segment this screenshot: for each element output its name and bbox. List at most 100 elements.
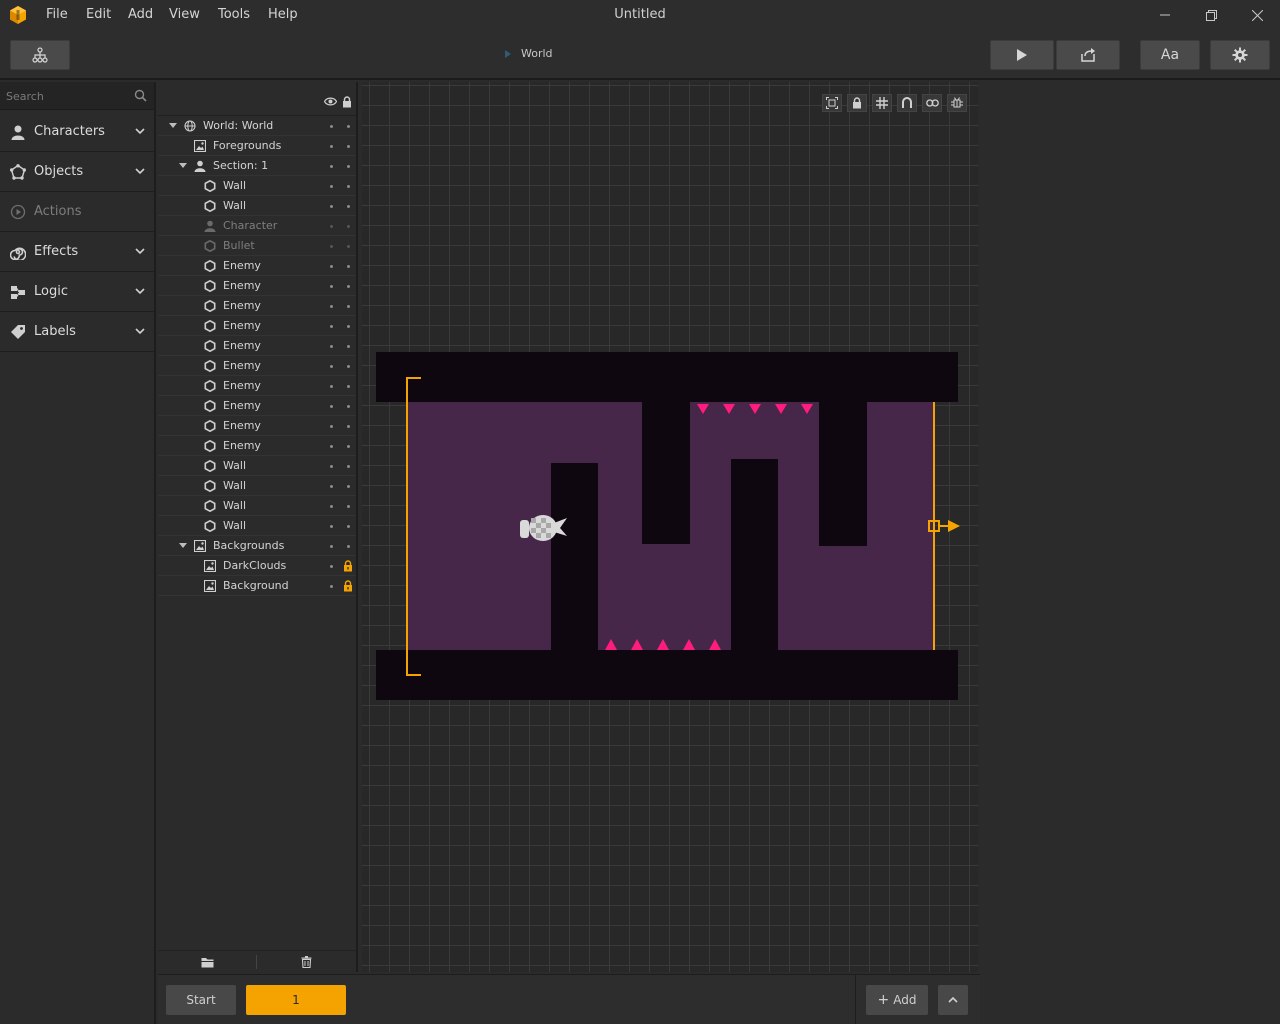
lock-toggle[interactable]	[347, 325, 350, 328]
lock-icon[interactable]	[343, 580, 353, 592]
visibility-toggle[interactable]	[330, 365, 333, 368]
visibility-toggle[interactable]	[330, 585, 333, 588]
visibility-toggle[interactable]	[330, 325, 333, 328]
outline-item[interactable]: Wall	[158, 196, 356, 216]
visibility-toggle[interactable]	[330, 145, 333, 148]
menu-file[interactable]: File	[46, 7, 68, 22]
lock-toggle[interactable]	[347, 265, 350, 268]
visibility-toggle[interactable]	[330, 205, 333, 208]
standing-pillar-left[interactable]	[551, 463, 598, 650]
visibility-toggle[interactable]	[330, 565, 333, 568]
expand-arrow-icon[interactable]	[169, 123, 177, 128]
visibility-toggle[interactable]	[330, 405, 333, 408]
restore-button[interactable]	[1188, 0, 1234, 30]
search-input[interactable]	[6, 88, 126, 104]
lock-toggle[interactable]	[347, 345, 350, 348]
settings-button[interactable]	[1210, 40, 1270, 70]
breadcrumb-world[interactable]: World	[521, 47, 553, 60]
category-effects[interactable]: Effects	[0, 232, 154, 272]
lock-toggle[interactable]	[347, 165, 350, 168]
outline-item[interactable]: Enemy	[158, 356, 356, 376]
lock-toggle[interactable]	[347, 525, 350, 528]
expand-arrow-icon[interactable]	[179, 543, 187, 548]
expand-arrow-icon[interactable]	[179, 163, 187, 168]
outline-item[interactable]: Enemy	[158, 276, 356, 296]
lock-toggle[interactable]	[347, 365, 350, 368]
lock-icon[interactable]	[343, 560, 353, 572]
visibility-toggle[interactable]	[330, 505, 333, 508]
lock-toggle[interactable]	[347, 145, 350, 148]
trash-icon[interactable]	[301, 956, 312, 968]
outline-item[interactable]: Section: 1	[158, 156, 356, 176]
minimize-button[interactable]	[1142, 0, 1188, 30]
outline-item[interactable]: Enemy	[158, 436, 356, 456]
outline-item[interactable]: Wall	[158, 476, 356, 496]
close-button[interactable]	[1234, 0, 1280, 30]
hierarchy-button[interactable]	[10, 40, 70, 70]
lock-toggle[interactable]	[347, 125, 350, 128]
lock-toggle[interactable]	[347, 485, 350, 488]
scene-1-button[interactable]: 1	[246, 985, 346, 1015]
scene-canvas[interactable]	[362, 82, 978, 972]
visibility-toggle[interactable]	[330, 185, 333, 188]
outline-item[interactable]: Backgrounds	[158, 536, 356, 556]
outline-item[interactable]: Background	[158, 576, 356, 596]
visibility-toggle[interactable]	[330, 345, 333, 348]
outline-item[interactable]: Enemy	[158, 256, 356, 276]
category-characters[interactable]: Characters	[0, 112, 154, 152]
visibility-toggle[interactable]	[330, 485, 333, 488]
visibility-toggle[interactable]	[330, 525, 333, 528]
visibility-toggle[interactable]	[330, 465, 333, 468]
lock-toggle[interactable]	[347, 185, 350, 188]
outline-item[interactable]: Enemy	[158, 316, 356, 336]
standing-pillar-right[interactable]	[731, 459, 778, 650]
outline-item[interactable]: Enemy	[158, 376, 356, 396]
export-button[interactable]	[1056, 40, 1120, 70]
visibility-toggle[interactable]	[330, 265, 333, 268]
category-labels[interactable]: Labels	[0, 312, 154, 352]
start-scene-button[interactable]: Start	[166, 985, 236, 1015]
lock-toggle[interactable]	[347, 205, 350, 208]
search-icon[interactable]	[134, 89, 147, 102]
floor-wall[interactable]	[376, 650, 958, 700]
category-objects[interactable]: Objects	[0, 152, 154, 192]
hanging-pillar-right[interactable]	[819, 402, 867, 546]
outline-item[interactable]: Enemy	[158, 296, 356, 316]
lock-toggle[interactable]	[347, 245, 350, 248]
category-actions[interactable]: Actions	[0, 192, 154, 232]
visibility-toggle[interactable]	[330, 305, 333, 308]
font-button[interactable]: Aa	[1140, 40, 1200, 70]
menu-edit[interactable]: Edit	[86, 7, 111, 22]
outline-item[interactable]: Wall	[158, 516, 356, 536]
visibility-toggle[interactable]	[330, 285, 333, 288]
outline-item[interactable]: Character	[158, 216, 356, 236]
visibility-toggle[interactable]	[330, 125, 333, 128]
outline-item[interactable]: Enemy	[158, 336, 356, 356]
hanging-pillar-left[interactable]	[642, 402, 690, 544]
visibility-toggle[interactable]	[330, 545, 333, 548]
visibility-toggle[interactable]	[330, 445, 333, 448]
outline-item[interactable]: Foregrounds	[158, 136, 356, 156]
section-exit-arrow-icon[interactable]	[940, 520, 960, 532]
play-button[interactable]	[990, 40, 1054, 70]
expand-scenes-button[interactable]	[938, 985, 968, 1015]
outline-item[interactable]: Wall	[158, 496, 356, 516]
visibility-toggle[interactable]	[330, 385, 333, 388]
menu-help[interactable]: Help	[268, 7, 298, 22]
outline-item[interactable]: Enemy	[158, 416, 356, 436]
lock-toggle[interactable]	[347, 465, 350, 468]
outline-item[interactable]: Wall	[158, 456, 356, 476]
lock-toggle[interactable]	[347, 285, 350, 288]
lock-toggle[interactable]	[347, 505, 350, 508]
lock-toggle[interactable]	[347, 445, 350, 448]
visibility-toggle[interactable]	[330, 425, 333, 428]
outline-item[interactable]: Wall	[158, 176, 356, 196]
outline-item[interactable]: Bullet	[158, 236, 356, 256]
menu-tools[interactable]: Tools	[218, 7, 250, 22]
category-logic[interactable]: Logic	[0, 272, 154, 312]
lock-icon[interactable]	[342, 96, 352, 108]
lock-toggle[interactable]	[347, 385, 350, 388]
lock-toggle[interactable]	[347, 545, 350, 548]
outline-item[interactable]: DarkClouds	[158, 556, 356, 576]
visibility-toggle[interactable]	[330, 245, 333, 248]
